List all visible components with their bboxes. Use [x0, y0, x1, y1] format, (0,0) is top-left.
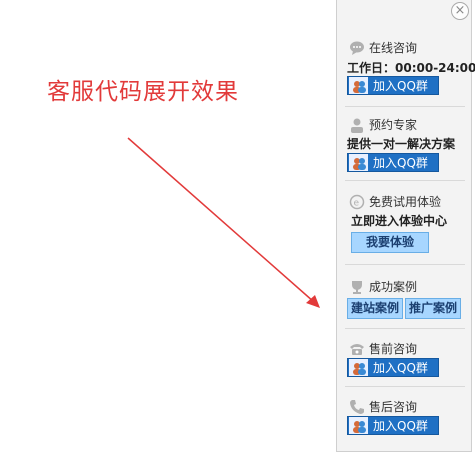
browser-icon: e	[349, 194, 365, 210]
trophy-icon	[349, 279, 365, 295]
join-qq-group-button[interactable]: 加入QQ群	[347, 416, 439, 435]
site-cases-button[interactable]: 建站案例	[347, 298, 403, 319]
expert-desc: 提供一对一解决方案	[347, 137, 456, 151]
trial-desc: 立即进入体验中心	[351, 214, 448, 228]
person-icon	[349, 117, 365, 133]
svg-text:e: e	[354, 198, 360, 208]
qq-avatar-icon	[349, 359, 368, 376]
join-qq-group-button[interactable]: 加入QQ群	[347, 76, 439, 95]
aftersale-title: 售后咨询	[369, 400, 418, 414]
divider	[345, 264, 465, 265]
close-icon[interactable]: ×	[451, 2, 469, 20]
qq-avatar-icon	[349, 417, 368, 434]
promo-cases-button[interactable]: 推广案例	[405, 298, 461, 319]
online-consult-title: 在线咨询	[369, 41, 418, 55]
divider	[345, 106, 465, 107]
phone-handset-icon	[349, 399, 365, 415]
divider	[345, 328, 465, 329]
presale-title: 售前咨询	[369, 342, 418, 356]
working-hours: 工作日：00:00-24:00	[347, 61, 475, 75]
divider	[345, 386, 465, 387]
divider	[345, 180, 465, 181]
telephone-icon	[349, 341, 365, 357]
join-qq-group-button[interactable]: 加入QQ群	[347, 358, 439, 377]
trial-title: 免费试用体验	[369, 195, 442, 209]
qq-avatar-icon	[349, 154, 368, 171]
expert-title: 预约专家	[369, 118, 418, 132]
join-qq-group-button[interactable]: 加入QQ群	[347, 153, 439, 172]
customer-service-panel: × 在线咨询 工作日：00:00-24:00 加入QQ群 预约专家 提供一对一解…	[336, 0, 475, 452]
try-experience-button[interactable]: 我要体验	[351, 232, 429, 253]
chat-bubble-icon	[349, 40, 365, 56]
cases-title: 成功案例	[369, 280, 418, 294]
qq-avatar-icon	[349, 77, 368, 94]
